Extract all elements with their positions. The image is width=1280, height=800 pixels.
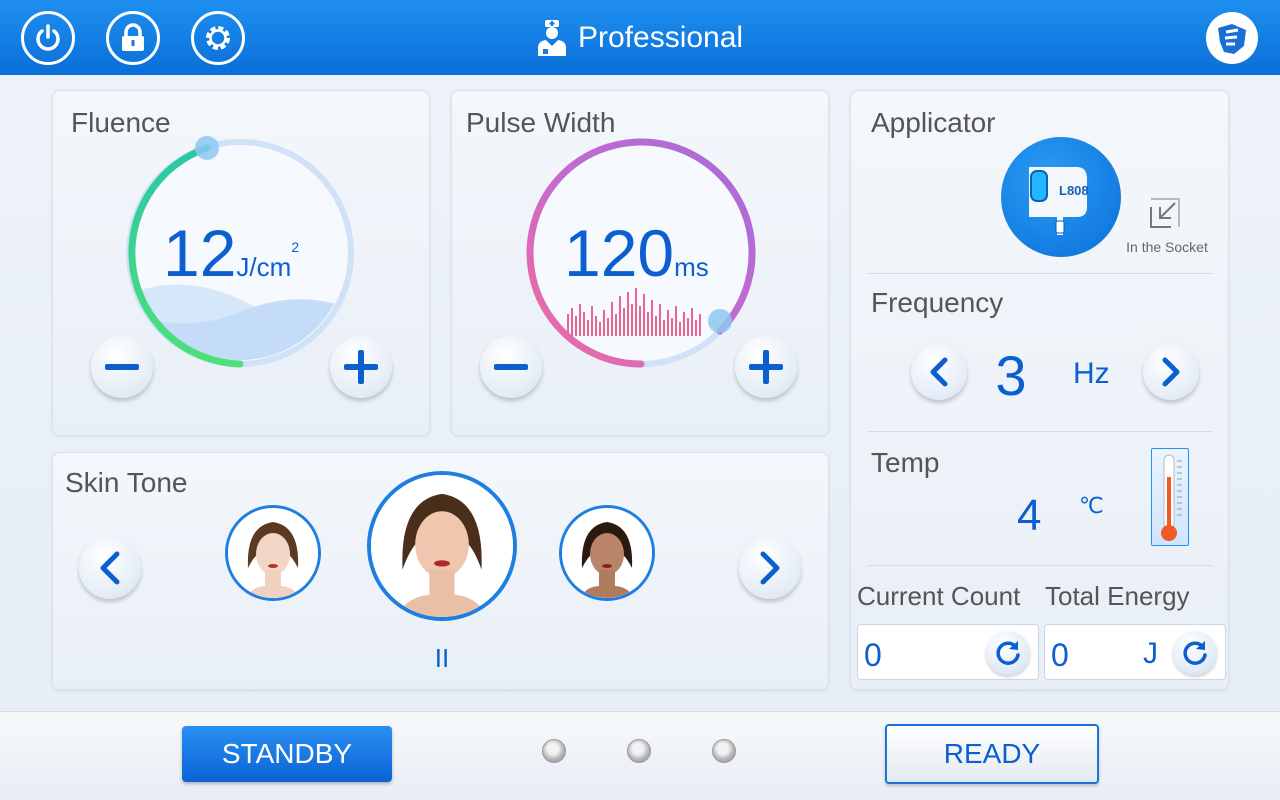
- status-dot-2: [627, 739, 651, 763]
- fluence-title: Fluence: [71, 107, 171, 138]
- current-count-reset-button[interactable]: [986, 631, 1030, 675]
- plus-icon: [749, 350, 783, 384]
- face-medium-icon: [371, 475, 513, 617]
- total-energy-unit: J: [1143, 637, 1158, 670]
- divider: [867, 565, 1213, 566]
- current-count-label: Current Count: [857, 581, 1021, 611]
- lock-button[interactable]: [106, 11, 160, 65]
- doctor-icon: [538, 20, 566, 56]
- mode-label: Professional: [578, 21, 744, 54]
- pulse-width-decrease-button[interactable]: [480, 336, 542, 398]
- thermometer-icon: [1161, 454, 1182, 541]
- temp-title: Temp: [871, 447, 940, 478]
- brand-logo: [1206, 12, 1258, 64]
- pulse-width-value-wrap: 120ms: [564, 215, 709, 291]
- skin-tone-level: II: [434, 643, 450, 673]
- total-energy-value: 0: [1051, 637, 1069, 673]
- face-dark-icon: [562, 508, 652, 598]
- fluence-increase-button[interactable]: [330, 336, 392, 398]
- fluence-knob[interactable]: [195, 136, 219, 160]
- frequency-value: 3: [995, 344, 1027, 407]
- skin-tone-next-button[interactable]: [739, 537, 801, 599]
- chevron-left-icon: [100, 551, 120, 585]
- frequency-decrease-button[interactable]: [911, 344, 967, 400]
- mode-indicator: Professional: [536, 18, 743, 58]
- top-bar: Professional: [0, 0, 1280, 75]
- skin-tone-panel: Skin Tone II: [52, 452, 829, 690]
- total-energy-label: Total Energy: [1045, 581, 1190, 611]
- lock-icon: [122, 23, 144, 51]
- minus-icon: [494, 364, 528, 370]
- brand-logo-icon: [1218, 24, 1246, 54]
- fluence-unit: J/cm: [236, 252, 292, 282]
- settings-icon: [206, 26, 230, 50]
- skin-tone-medium-selected[interactable]: [367, 471, 517, 621]
- refresh-icon: [996, 641, 1020, 665]
- divider: [867, 273, 1213, 274]
- power-button[interactable]: [21, 11, 75, 65]
- chevron-left-icon: [930, 357, 948, 387]
- frequency-title: Frequency: [871, 287, 1004, 318]
- pulse-width-increase-button[interactable]: [735, 336, 797, 398]
- skin-tone-title: Skin Tone: [65, 467, 188, 498]
- pulse-width-panel: Pulse Width 120ms: [451, 90, 829, 436]
- frequency-unit: Hz: [1073, 357, 1110, 390]
- minus-icon: [105, 364, 139, 370]
- fluence-value: 12: [163, 216, 237, 290]
- current-count-field: 0: [857, 624, 1039, 680]
- pulse-width-unit: ms: [674, 252, 709, 282]
- status-dot-1: [542, 739, 566, 763]
- chevron-right-icon: [1162, 357, 1180, 387]
- applicator-status: In the Socket: [1126, 239, 1208, 255]
- pulse-width-title: Pulse Width: [466, 107, 616, 138]
- face-light-icon: [228, 508, 318, 598]
- pulse-width-knob[interactable]: [708, 309, 732, 333]
- power-icon: [36, 24, 60, 51]
- total-energy-reset-button[interactable]: [1173, 631, 1217, 675]
- skin-tone-dark[interactable]: [559, 505, 655, 601]
- skin-tone-light[interactable]: [225, 505, 321, 601]
- frequency-increase-button[interactable]: [1143, 344, 1199, 400]
- divider: [867, 431, 1213, 432]
- pulse-width-value: 120: [564, 216, 675, 290]
- chevron-right-icon: [760, 551, 780, 585]
- right-panel: Applicator L808 In the Socket Frequency …: [850, 90, 1229, 690]
- temp-value: 4: [1017, 491, 1042, 540]
- temp-unit: ℃: [1079, 493, 1104, 518]
- current-count-value: 0: [864, 637, 882, 673]
- fluence-unit-sup: 2: [291, 239, 300, 255]
- thermometer: [1151, 448, 1189, 546]
- standby-button[interactable]: STANDBY: [182, 726, 392, 782]
- handpiece-icon: L808: [1029, 167, 1089, 235]
- refresh-icon: [1183, 641, 1207, 665]
- ready-button[interactable]: READY: [885, 724, 1099, 784]
- bottom-bar: STANDBY READY: [0, 711, 1280, 800]
- fluence-value-wrap: 12J/cm2: [163, 215, 299, 291]
- applicator-title: Applicator: [871, 107, 996, 138]
- applicator-image: L808: [1001, 137, 1121, 257]
- plus-icon: [344, 350, 378, 384]
- settings-button[interactable]: [191, 11, 245, 65]
- fluence-decrease-button[interactable]: [91, 336, 153, 398]
- socket-icon: [1150, 198, 1180, 228]
- skin-tone-prev-button[interactable]: [79, 537, 141, 599]
- status-dot-3: [712, 739, 736, 763]
- fluence-panel: Fluence 12J/cm2: [52, 90, 430, 436]
- total-energy-field: 0 J: [1044, 624, 1226, 680]
- applicator-model: L808: [1059, 183, 1089, 198]
